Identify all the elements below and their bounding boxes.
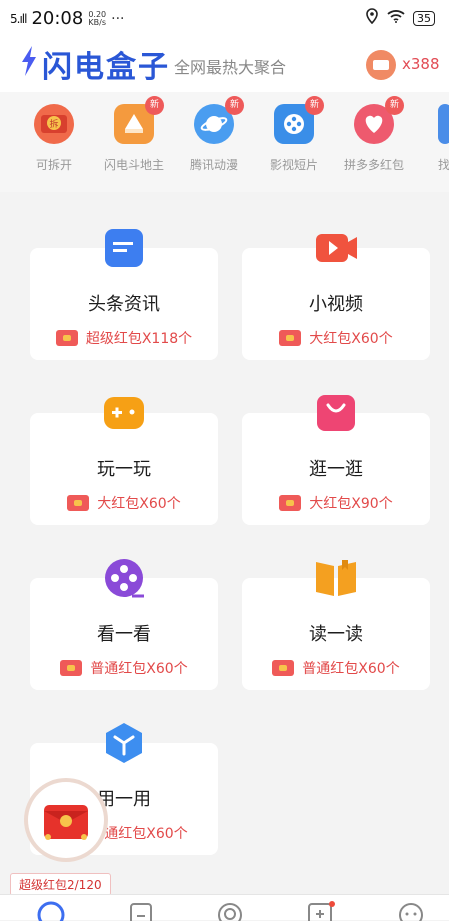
card-news[interactable]: 头条资讯 超级红包X118个: [30, 229, 218, 360]
card-title: 读一读: [309, 624, 363, 645]
reward-text: 普通红包X60个: [90, 826, 188, 842]
landlord-game-icon: 新: [114, 96, 164, 144]
reward-text: 普通红包X60个: [302, 661, 400, 677]
svg-text:拆: 拆: [49, 118, 58, 130]
quick-entry-item[interactable]: 新 拼多多红包: [336, 96, 412, 173]
coin-count[interactable]: x388: [402, 55, 440, 73]
reward-text: 大红包X60个: [309, 331, 393, 347]
status-bar: 5.ıll 20:08 0.20 KB/s ··· 35: [0, 0, 449, 36]
card-reward: 大红包X90个: [242, 493, 430, 513]
quick-entry-label: 影视短片: [269, 158, 318, 172]
status-left: 5.ıll 20:08 0.20 KB/s ···: [10, 8, 125, 29]
app-header: 闪电盒子 全网最热大聚合 x388: [0, 36, 449, 92]
red-envelope-icon: [279, 495, 302, 511]
card-play[interactable]: 玩一玩 大红包X60个: [30, 397, 218, 525]
card-read[interactable]: 读一读 普通红包X60个: [242, 560, 430, 690]
quick-entry-label: 可拆开: [35, 158, 72, 172]
card-reward: 大红包X60个: [242, 328, 430, 348]
quick-entry-item[interactable]: 新 影视短片: [256, 96, 332, 173]
quick-entry-item[interactable]: 新 闪电斗地主: [96, 96, 172, 173]
card-watch[interactable]: 看一看 普通红包X60个: [30, 559, 218, 690]
gamepad-icon: [104, 397, 144, 429]
red-packet-icon: [44, 805, 88, 840]
status-right: 35: [365, 8, 435, 28]
reward-text: 超级红包X118个: [85, 331, 193, 347]
film-reel-icon: [105, 559, 144, 598]
speed-unit: KB/s: [88, 17, 107, 27]
quick-entry-item[interactable]: 找: [416, 104, 449, 173]
shopping-bag-icon: [317, 395, 355, 431]
red-packet-coin-icon[interactable]: [366, 50, 396, 80]
more-notifications-icon: ···: [111, 10, 125, 27]
quick-entry-item[interactable]: 拆 可拆开: [16, 104, 92, 173]
card-reward: 大红包X60个: [30, 493, 218, 513]
card-title: 逛一逛: [309, 459, 363, 480]
quick-entry-item[interactable]: 新 腾讯动漫: [176, 96, 252, 173]
red-envelope-icon: 拆: [34, 104, 74, 144]
super-red-packet-progress[interactable]: 超级红包2/120: [10, 873, 111, 896]
card-short-video[interactable]: 小视频 大红包X60个: [242, 234, 430, 360]
location-icon: [365, 8, 379, 28]
home-icon[interactable]: [36, 901, 66, 921]
cube-icon: [106, 723, 142, 763]
video-camera-icon: [316, 234, 357, 262]
film-icon: 新: [274, 96, 324, 144]
face-icon[interactable]: [396, 901, 426, 921]
new-badge: 新: [385, 96, 404, 115]
pinduoduo-icon: 新: [354, 96, 404, 144]
new-badge: 新: [305, 96, 324, 115]
reward-text: 大红包X90个: [309, 496, 393, 512]
app-title: 闪电盒子: [42, 50, 170, 85]
reward-text: 大红包X60个: [97, 496, 181, 512]
card-title: 小视频: [309, 294, 363, 315]
document-icon[interactable]: [126, 901, 156, 921]
find-icon: [438, 104, 449, 144]
video-add-icon[interactable]: [306, 901, 336, 921]
quick-entry-label: 闪电斗地主: [103, 158, 164, 172]
card-reward: 超级红包X118个: [30, 328, 218, 348]
book-icon: [316, 560, 356, 596]
lightning-logo-icon: [22, 46, 36, 76]
quick-entry-label: 找: [438, 158, 449, 172]
quick-entry-label: 拼多多红包: [343, 158, 404, 172]
reward-text: 普通红包X60个: [90, 661, 188, 677]
wifi-icon: [387, 9, 405, 27]
red-envelope-icon: [279, 330, 302, 346]
quick-entry-label: 腾讯动漫: [189, 158, 238, 172]
card-shopping[interactable]: 逛一逛 大红包X90个: [242, 395, 430, 525]
eye-icon[interactable]: [215, 901, 245, 921]
planet-icon: 新: [194, 96, 244, 144]
quick-entry-row: 拆 可拆开 新 闪电斗地主 新 腾讯动漫 新 影视短片 新 拼多多红包 找: [0, 92, 449, 192]
card-title: 头条资讯: [88, 294, 160, 315]
news-icon: [105, 229, 143, 267]
card-title: 看一看: [97, 624, 151, 645]
red-envelope-icon: [67, 495, 90, 511]
red-envelope-icon: [55, 330, 78, 346]
floating-red-packet-button[interactable]: [28, 782, 104, 858]
red-envelope-icon: [272, 660, 295, 676]
red-envelope-icon: [60, 660, 83, 676]
battery-icon: 35: [413, 10, 435, 26]
signal-icon: 5.ıll: [10, 11, 27, 26]
card-title: 玩一玩: [97, 459, 151, 480]
bottom-tab-bar: [0, 894, 449, 921]
network-speed: 0.20 KB/s: [88, 10, 107, 27]
card-reward: 普通红包X60个: [30, 658, 218, 678]
app-subtitle: 全网最热大聚合: [174, 58, 287, 77]
card-reward: 普通红包X60个: [242, 658, 430, 678]
status-time: 20:08: [31, 8, 84, 29]
new-badge: 新: [225, 96, 244, 115]
new-badge: 新: [145, 96, 164, 115]
